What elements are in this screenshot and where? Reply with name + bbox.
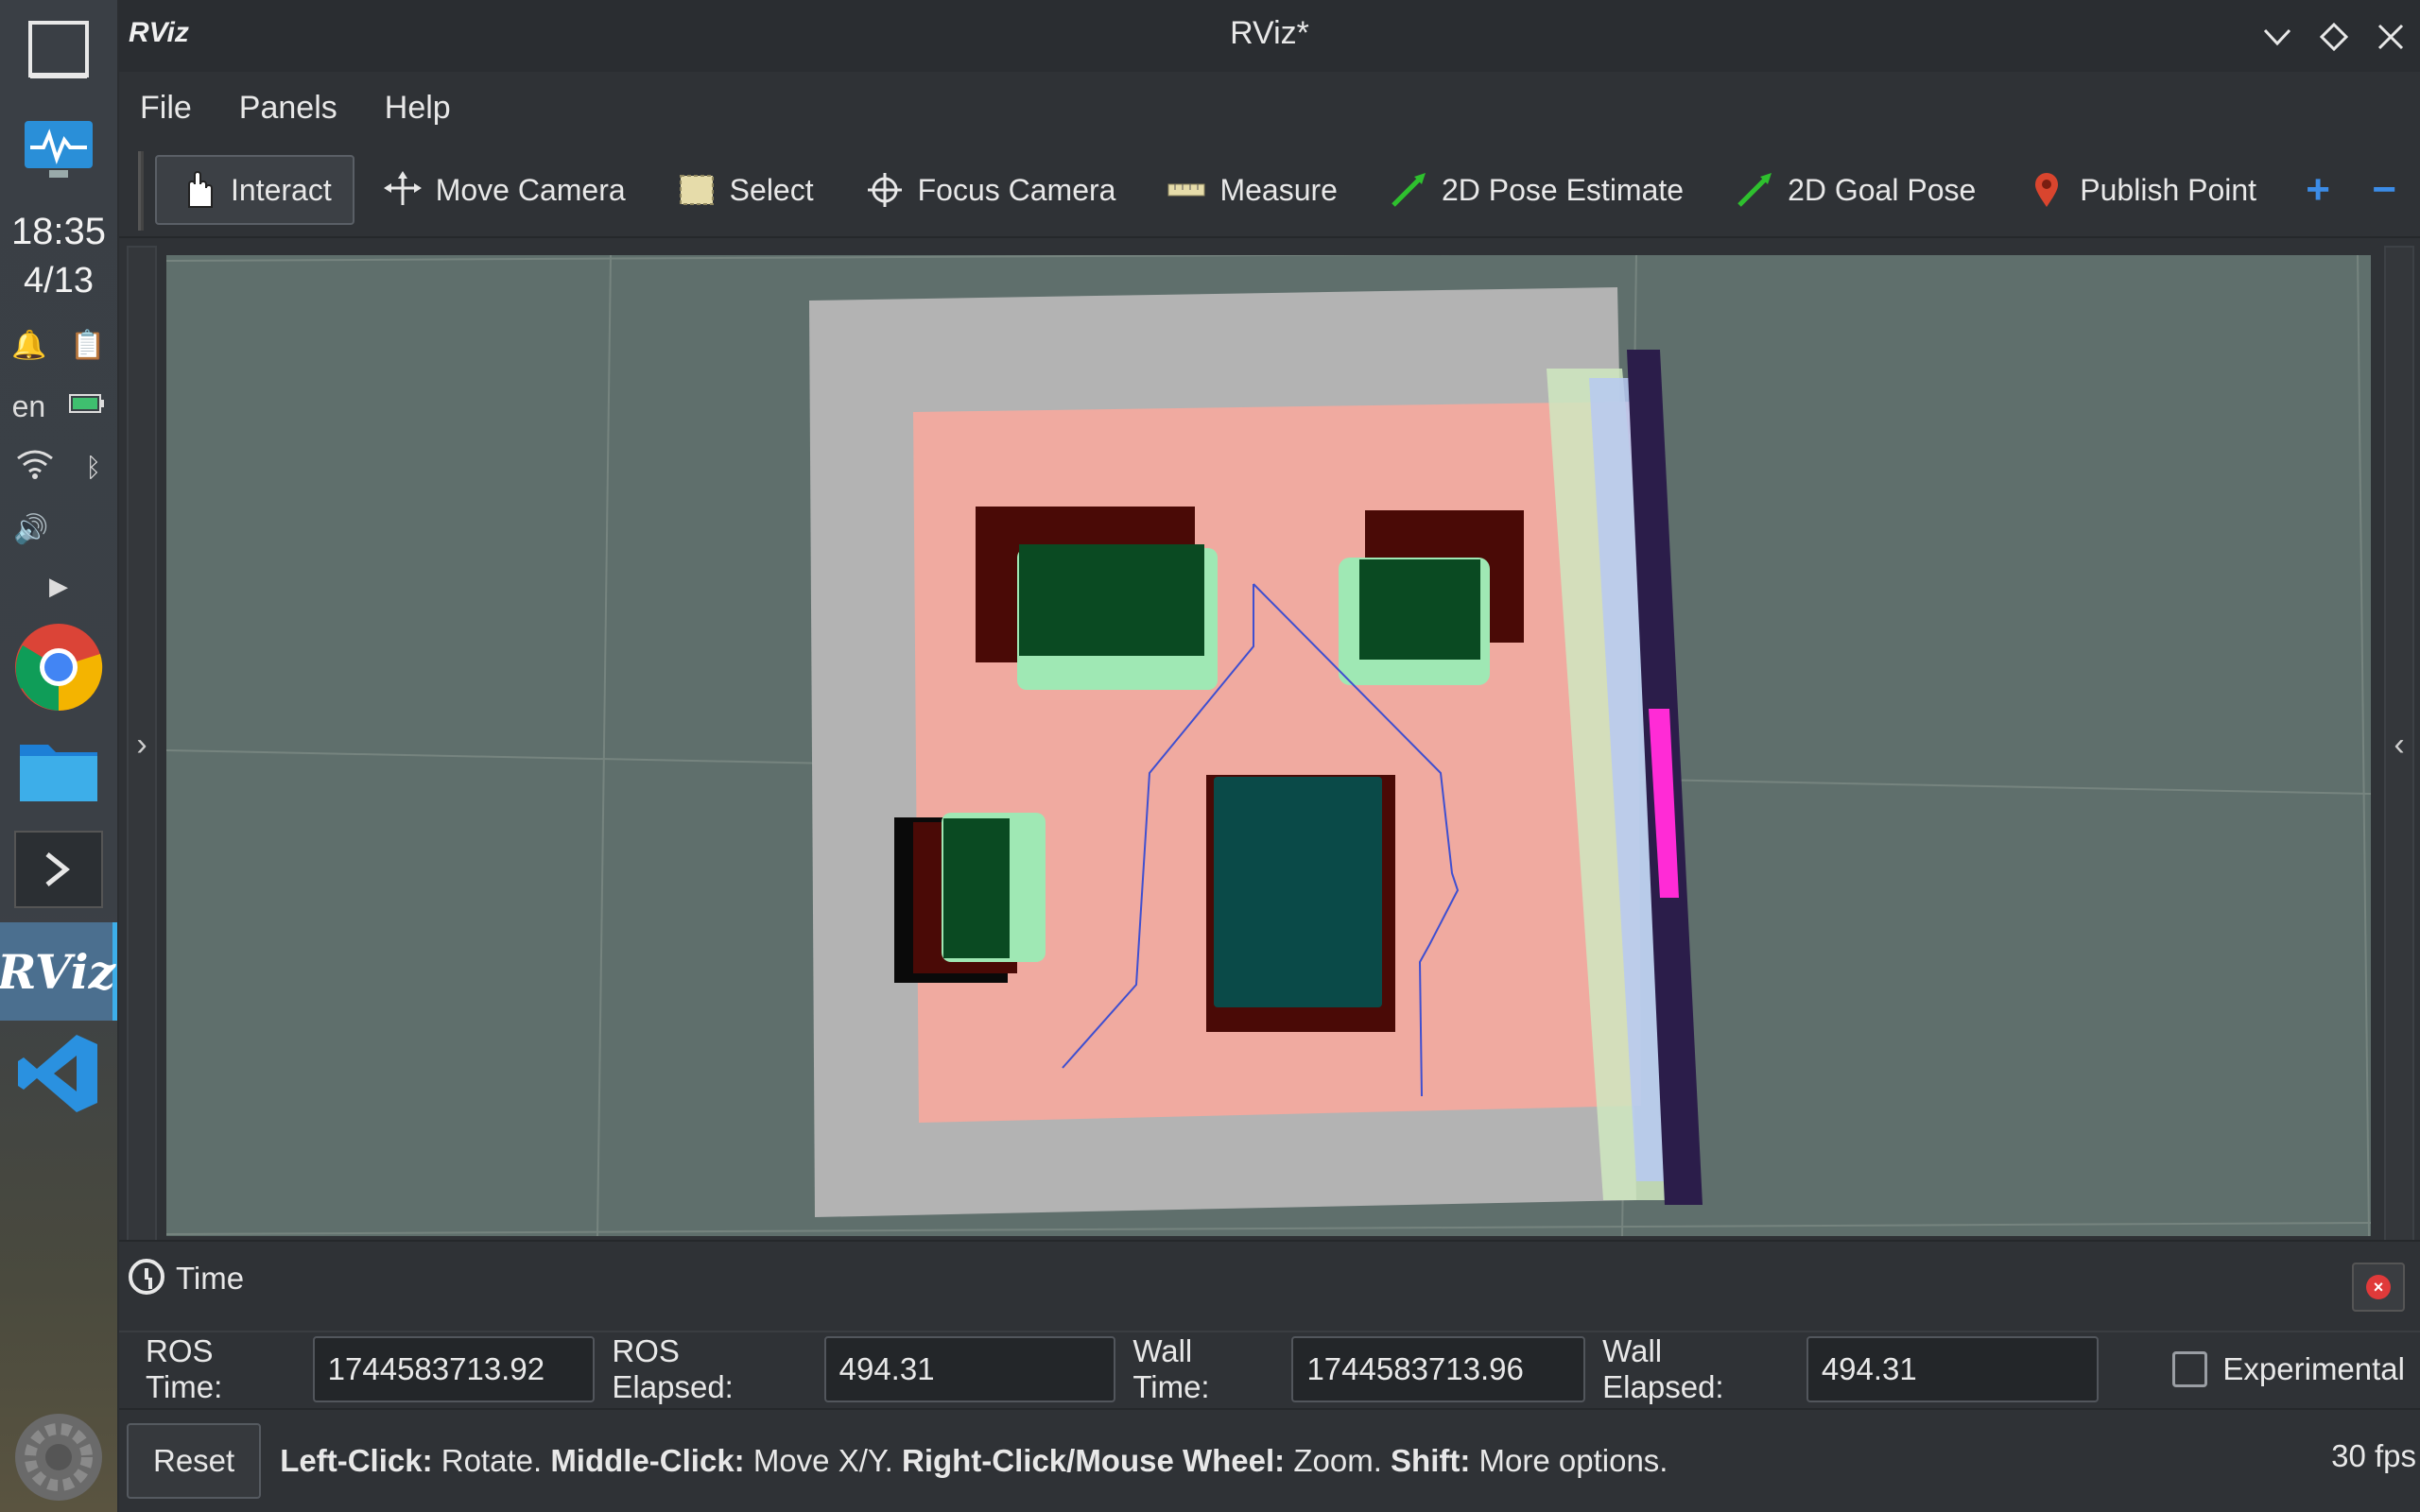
publish-point-tool-button[interactable]: Publish Point: [2004, 155, 2279, 225]
move-arrows-icon: [383, 170, 423, 210]
menu-bar: File Panels Help: [119, 72, 2420, 144]
goal-pose-tool-button[interactable]: 2D Goal Pose: [1712, 155, 1998, 225]
interact-label: Interact: [231, 172, 332, 207]
select-label: Select: [729, 172, 814, 207]
notifications-icon[interactable]: 🔔: [11, 329, 46, 362]
expand-tray-icon[interactable]: ▶: [49, 572, 68, 601]
publish-point-label: Publish Point: [2080, 172, 2257, 207]
crosshair-icon: [865, 170, 905, 210]
clock-date[interactable]: 4/13: [0, 257, 117, 304]
maximize-icon[interactable]: [2310, 13, 2358, 60]
pose-estimate-label: 2D Pose Estimate: [1441, 172, 1685, 207]
expand-right-panel-icon[interactable]: ‹: [2384, 246, 2414, 1244]
wifi-icon[interactable]: [16, 449, 54, 487]
minimize-icon[interactable]: [2254, 13, 2301, 60]
hint-rotate: Rotate.: [441, 1443, 543, 1478]
move-camera-label: Move Camera: [435, 172, 626, 207]
time-panel-title: Time: [176, 1261, 245, 1296]
rviz-window: RViz RViz* File Panels Help Interact Mov…: [119, 0, 2420, 1512]
goal-pose-label: 2D Goal Pose: [1788, 172, 1977, 207]
title-bar[interactable]: RViz RViz*: [119, 0, 2420, 72]
hint-left-click: Left-Click:: [280, 1443, 433, 1478]
bluetooth-icon[interactable]: ᛒ: [85, 453, 101, 483]
status-bar: Reset Left-Click: Rotate. Middle-Click: …: [119, 1408, 2420, 1512]
map-pin-icon: [2027, 170, 2066, 210]
chrome-icon[interactable]: [0, 618, 117, 716]
keyboard-layout[interactable]: en: [12, 389, 46, 424]
menu-panels[interactable]: Panels: [239, 82, 337, 134]
focus-camera-label: Focus Camera: [917, 172, 1116, 207]
close-icon[interactable]: [2367, 13, 2414, 60]
hint-right-click: Right-Click/Mouse Wheel:: [901, 1443, 1286, 1478]
wall-time-label: Wall Time:: [1132, 1333, 1210, 1404]
interact-tool-button[interactable]: Interact: [155, 155, 354, 225]
green-arrow-icon: [1735, 170, 1774, 210]
expand-left-panel-icon[interactable]: ›: [127, 246, 157, 1244]
measure-tool-button[interactable]: Measure: [1144, 155, 1360, 225]
time-panel: Time × ROS Time: 1744583713.92 ROS Elaps…: [119, 1240, 2420, 1408]
select-tool-button[interactable]: Select: [654, 155, 837, 225]
ruler-icon: [1167, 170, 1206, 210]
3d-viewport[interactable]: [166, 255, 2371, 1236]
scene-render: [166, 255, 2371, 1236]
menu-file[interactable]: File: [140, 82, 192, 134]
fps-counter: 30 fps: [2331, 1438, 2416, 1473]
taskbar-dock: 18:35 4/13 🔔 📋 en ᛒ 🔊 ▶ RViz: [0, 0, 117, 1512]
reset-button[interactable]: Reset: [127, 1423, 262, 1499]
hint-move: Move X/Y.: [752, 1443, 893, 1478]
hint-shift: Shift:: [1391, 1443, 1471, 1478]
vscode-icon[interactable]: [0, 1024, 117, 1123]
clipboard-icon[interactable]: 📋: [70, 329, 105, 362]
clock-icon: [129, 1259, 164, 1295]
files-icon[interactable]: [0, 720, 117, 818]
window-title: RViz*: [1230, 15, 1309, 51]
select-box-icon: [677, 170, 717, 210]
terminal-icon[interactable]: [0, 820, 117, 919]
pose-estimate-tool-button[interactable]: 2D Pose Estimate: [1366, 155, 1706, 225]
hint-zoom: Zoom.: [1293, 1443, 1382, 1478]
remove-tool-button[interactable]: −: [2351, 155, 2417, 225]
ros-time-field[interactable]: 1744583713.92: [312, 1336, 596, 1402]
experimental-checkbox[interactable]: [2171, 1351, 2208, 1387]
add-tool-button[interactable]: +: [2285, 155, 2351, 225]
ros-elapsed-label: ROS Elapsed:: [612, 1333, 734, 1404]
wall-elapsed-label: Wall Elapsed:: [1602, 1333, 1724, 1404]
hint-more: More options.: [1478, 1443, 1668, 1478]
render-panel-frame: › ‹: [119, 240, 2420, 1244]
experimental-label: Experimental: [2222, 1351, 2405, 1386]
battery-icon[interactable]: [69, 390, 105, 422]
mouse-hints: Left-Click: Rotate. Middle-Click: Move X…: [280, 1443, 1668, 1479]
system-monitor-icon[interactable]: [0, 113, 117, 189]
wall-time-field[interactable]: 1744583713.96: [1291, 1336, 1586, 1402]
clock-time[interactable]: 18:35: [0, 208, 117, 255]
time-row: ROS Time: 1744583713.92 ROS Elapsed: 494…: [119, 1331, 2420, 1406]
hint-middle-click: Middle-Click:: [550, 1443, 745, 1478]
hand-pointer-icon: [178, 170, 217, 210]
show-desktop-icon[interactable]: [0, 13, 117, 89]
ros-time-label: ROS Time:: [146, 1333, 223, 1404]
wall-elapsed-field[interactable]: 494.31: [1806, 1336, 2099, 1402]
menu-help[interactable]: Help: [385, 82, 451, 134]
toolbar-grip[interactable]: [138, 151, 144, 231]
close-red-icon: ×: [2366, 1275, 2391, 1299]
close-panel-button[interactable]: ×: [2352, 1263, 2405, 1312]
measure-label: Measure: [1219, 172, 1338, 207]
focus-camera-tool-button[interactable]: Focus Camera: [842, 155, 1139, 225]
tool-bar: Interact Move Camera Select Focus Camera…: [119, 144, 2420, 238]
settings-gear-icon[interactable]: [0, 1408, 117, 1506]
green-arrow-icon: [1389, 170, 1428, 210]
move-camera-tool-button[interactable]: Move Camera: [360, 155, 648, 225]
ros-elapsed-field[interactable]: 494.31: [823, 1336, 1116, 1402]
rviz-icon[interactable]: RViz: [0, 922, 117, 1021]
volume-icon[interactable]: 🔊: [13, 513, 48, 546]
